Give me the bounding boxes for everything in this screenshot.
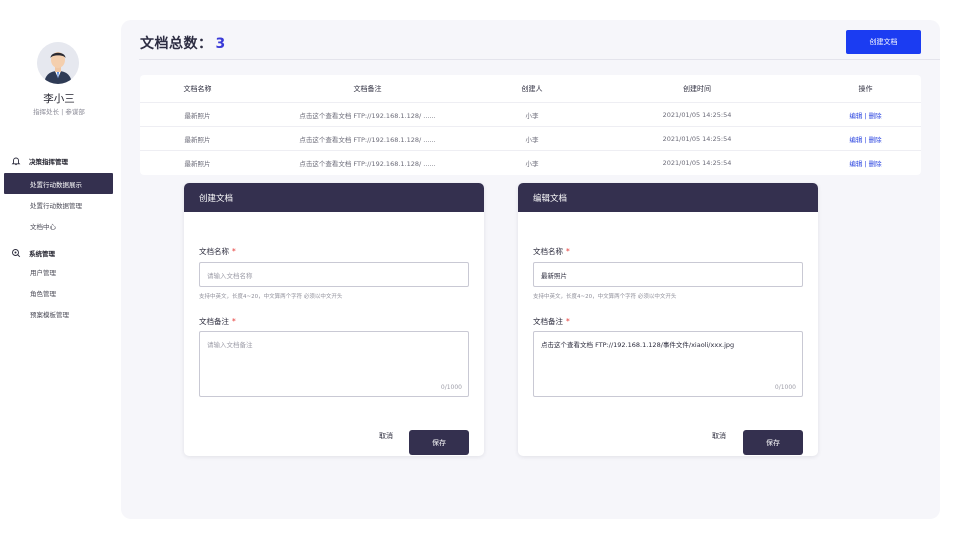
char-counter: 0/1000 — [774, 384, 796, 391]
name-hint: 支持中英文，长度4~20，中文算两个字符 必须以中文开头 — [533, 294, 677, 300]
sidebar-item-label: 处置行动数据管理 — [30, 201, 82, 210]
required-mark: * — [566, 247, 570, 256]
document-note-textarea[interactable]: 请输入文档备注 0/1000 — [199, 331, 469, 397]
cell-name: 最新照片 — [184, 111, 211, 120]
column-header: 创建时间 — [683, 84, 711, 93]
delete-link[interactable]: 删除 — [869, 112, 882, 120]
nav-group-system: 系统管理 用户管理 角色管理 预案模板管理 — [0, 245, 118, 324]
column-header: 操作 — [858, 84, 873, 93]
note-label-text: 文档备注 — [199, 317, 229, 326]
dialog-title: 创建文档 — [184, 183, 484, 212]
sidebar-item-label: 预案模板管理 — [30, 310, 69, 319]
cell-time: 2021/01/05 14:25:54 — [662, 159, 732, 167]
create-document-button[interactable]: 创建文档 — [846, 30, 921, 54]
cancel-button[interactable]: 取消 — [379, 431, 393, 441]
delete-link[interactable]: 删除 — [869, 136, 882, 144]
sidebar-item-action-manage[interactable]: 处置行动数据管理 — [0, 194, 118, 215]
note-label: 文档备注 * — [533, 316, 570, 327]
cell-time: 2021/01/05 14:25:54 — [662, 134, 732, 143]
column-header: 创建人 — [521, 84, 543, 93]
table-row: 最新照片 点击这个查看文档 FTP://192.168.1.128/ .....… — [140, 151, 921, 175]
name-label-text: 文档名称 — [533, 247, 563, 256]
action-separator: | — [864, 160, 867, 168]
cell-actions: 编辑 | 删除 — [810, 134, 921, 144]
required-mark: * — [232, 317, 236, 326]
dialog-title: 编辑文档 — [518, 183, 818, 212]
cell-time: 2021/01/05 14:25:54 — [662, 110, 732, 119]
cell-note[interactable]: 点击这个查看文档 FTP://192.168.1.128/ ...... — [255, 110, 480, 120]
save-button[interactable]: 保存 — [409, 430, 469, 455]
cell-actions: 编辑 | 删除 — [810, 110, 921, 120]
divider — [139, 59, 940, 60]
table-row: 最新照片 点击这个查看文档 FTP://192.168.1.128/ .....… — [140, 127, 921, 151]
input-value: 最新照片 — [541, 271, 567, 280]
create-document-dialog: 创建文档 文档名称 * 请输入文档名称 支持中英文，长度4~20，中文算两个字符 … — [184, 183, 484, 456]
save-button[interactable]: 保存 — [743, 430, 803, 455]
cancel-button[interactable]: 取消 — [712, 431, 726, 441]
name-label: 文档名称 * — [533, 246, 570, 257]
sidebar-item-label: 角色管理 — [30, 289, 56, 298]
edit-document-dialog: 编辑文档 文档名称 * 最新照片 支持中英文，长度4~20，中文算两个字符 必须以… — [518, 183, 818, 456]
note-label: 文档备注 * — [199, 316, 236, 327]
user-role: 指挥处长 | 参谋部 — [33, 108, 85, 116]
cell-note[interactable]: 点击这个查看文档 FTP://192.168.1.128/ ...... — [255, 134, 480, 144]
sidebar-item-role-manage[interactable]: 角色管理 — [0, 282, 118, 303]
table-row: 最新照片 点击这个查看文档 FTP://192.168.1.128/ .....… — [140, 103, 921, 127]
page-title-label: 文档总数： — [140, 36, 213, 52]
cell-creator: 小李 — [525, 111, 539, 120]
required-mark: * — [232, 247, 236, 256]
sidebar: 李小三 指挥处长 | 参谋部 决策指挥管理 处置行动数据展示 处置行动数据管理 … — [0, 0, 118, 540]
sidebar-item-label: 用户管理 — [30, 268, 56, 277]
document-count: 3 — [215, 36, 226, 52]
documents-table: 文档名称 文档备注 创建人 创建时间 操作 最新照片 点击这个查看文档 FTP:… — [140, 75, 921, 175]
column-header: 文档备注 — [353, 84, 382, 93]
sidebar-item-action-display[interactable]: 处置行动数据展示 — [4, 173, 113, 194]
cell-creator: 小李 — [525, 135, 539, 144]
action-separator: | — [864, 135, 867, 144]
edit-link[interactable]: 编辑 — [849, 136, 862, 144]
sidebar-item-user-manage[interactable]: 用户管理 — [0, 261, 118, 282]
column-header: 文档名称 — [183, 84, 212, 93]
char-counter: 0/1000 — [440, 384, 462, 391]
required-mark: * — [566, 317, 570, 326]
document-name-input[interactable]: 最新照片 — [533, 262, 803, 287]
note-label-text: 文档备注 — [533, 317, 563, 326]
sidebar-item-label: 处置行动数据展示 — [30, 180, 82, 189]
edit-link[interactable]: 编辑 — [849, 112, 862, 120]
action-separator: | — [864, 111, 867, 120]
nav-group-title: 系统管理 — [29, 250, 55, 258]
cell-name: 最新照片 — [184, 135, 211, 144]
nav-group-title: 决策指挥管理 — [29, 158, 68, 166]
avatar[interactable] — [37, 42, 79, 84]
document-name-input[interactable]: 请输入文档名称 — [199, 262, 469, 287]
cell-name: 最新照片 — [184, 160, 211, 168]
cell-note[interactable]: 点击这个查看文档 FTP://192.168.1.128/ ...... — [255, 158, 480, 168]
nav-group-decision-header[interactable]: 决策指挥管理 — [0, 153, 118, 169]
textarea-placeholder: 请输入文档备注 — [207, 341, 253, 349]
delete-link[interactable]: 删除 — [869, 160, 882, 168]
document-note-textarea[interactable]: 点击这个查看文档 FTP://192.168.1.128/事件文件/xiaoli… — [533, 331, 803, 397]
cell-actions: 编辑 | 删除 — [810, 158, 921, 168]
cell-creator: 小李 — [525, 160, 539, 168]
name-label-text: 文档名称 — [199, 247, 229, 256]
name-label: 文档名称 * — [199, 246, 236, 257]
user-name: 李小三 — [43, 93, 75, 105]
textarea-value: 点击这个查看文档 FTP://192.168.1.128/事件文件/xiaoli… — [541, 341, 735, 349]
page-title: 文档总数： 3 — [140, 33, 226, 53]
input-placeholder: 请输入文档名称 — [207, 271, 253, 280]
sidebar-item-plan-template[interactable]: 预案模板管理 — [0, 303, 118, 324]
name-hint: 支持中英文，长度4~20，中文算两个字符 必须以中文开头 — [199, 294, 343, 300]
bell-icon — [11, 157, 21, 166]
sidebar-item-label: 文档中心 — [30, 222, 56, 231]
nav-group-decision: 决策指挥管理 处置行动数据展示 处置行动数据管理 文档中心 — [0, 153, 118, 236]
settings-search-icon — [12, 249, 21, 258]
edit-link[interactable]: 编辑 — [849, 160, 862, 168]
sidebar-item-document-center[interactable]: 文档中心 — [0, 215, 118, 236]
nav-group-system-header[interactable]: 系统管理 — [0, 245, 118, 261]
table-header-row: 文档名称 文档备注 创建人 创建时间 操作 — [140, 75, 921, 103]
